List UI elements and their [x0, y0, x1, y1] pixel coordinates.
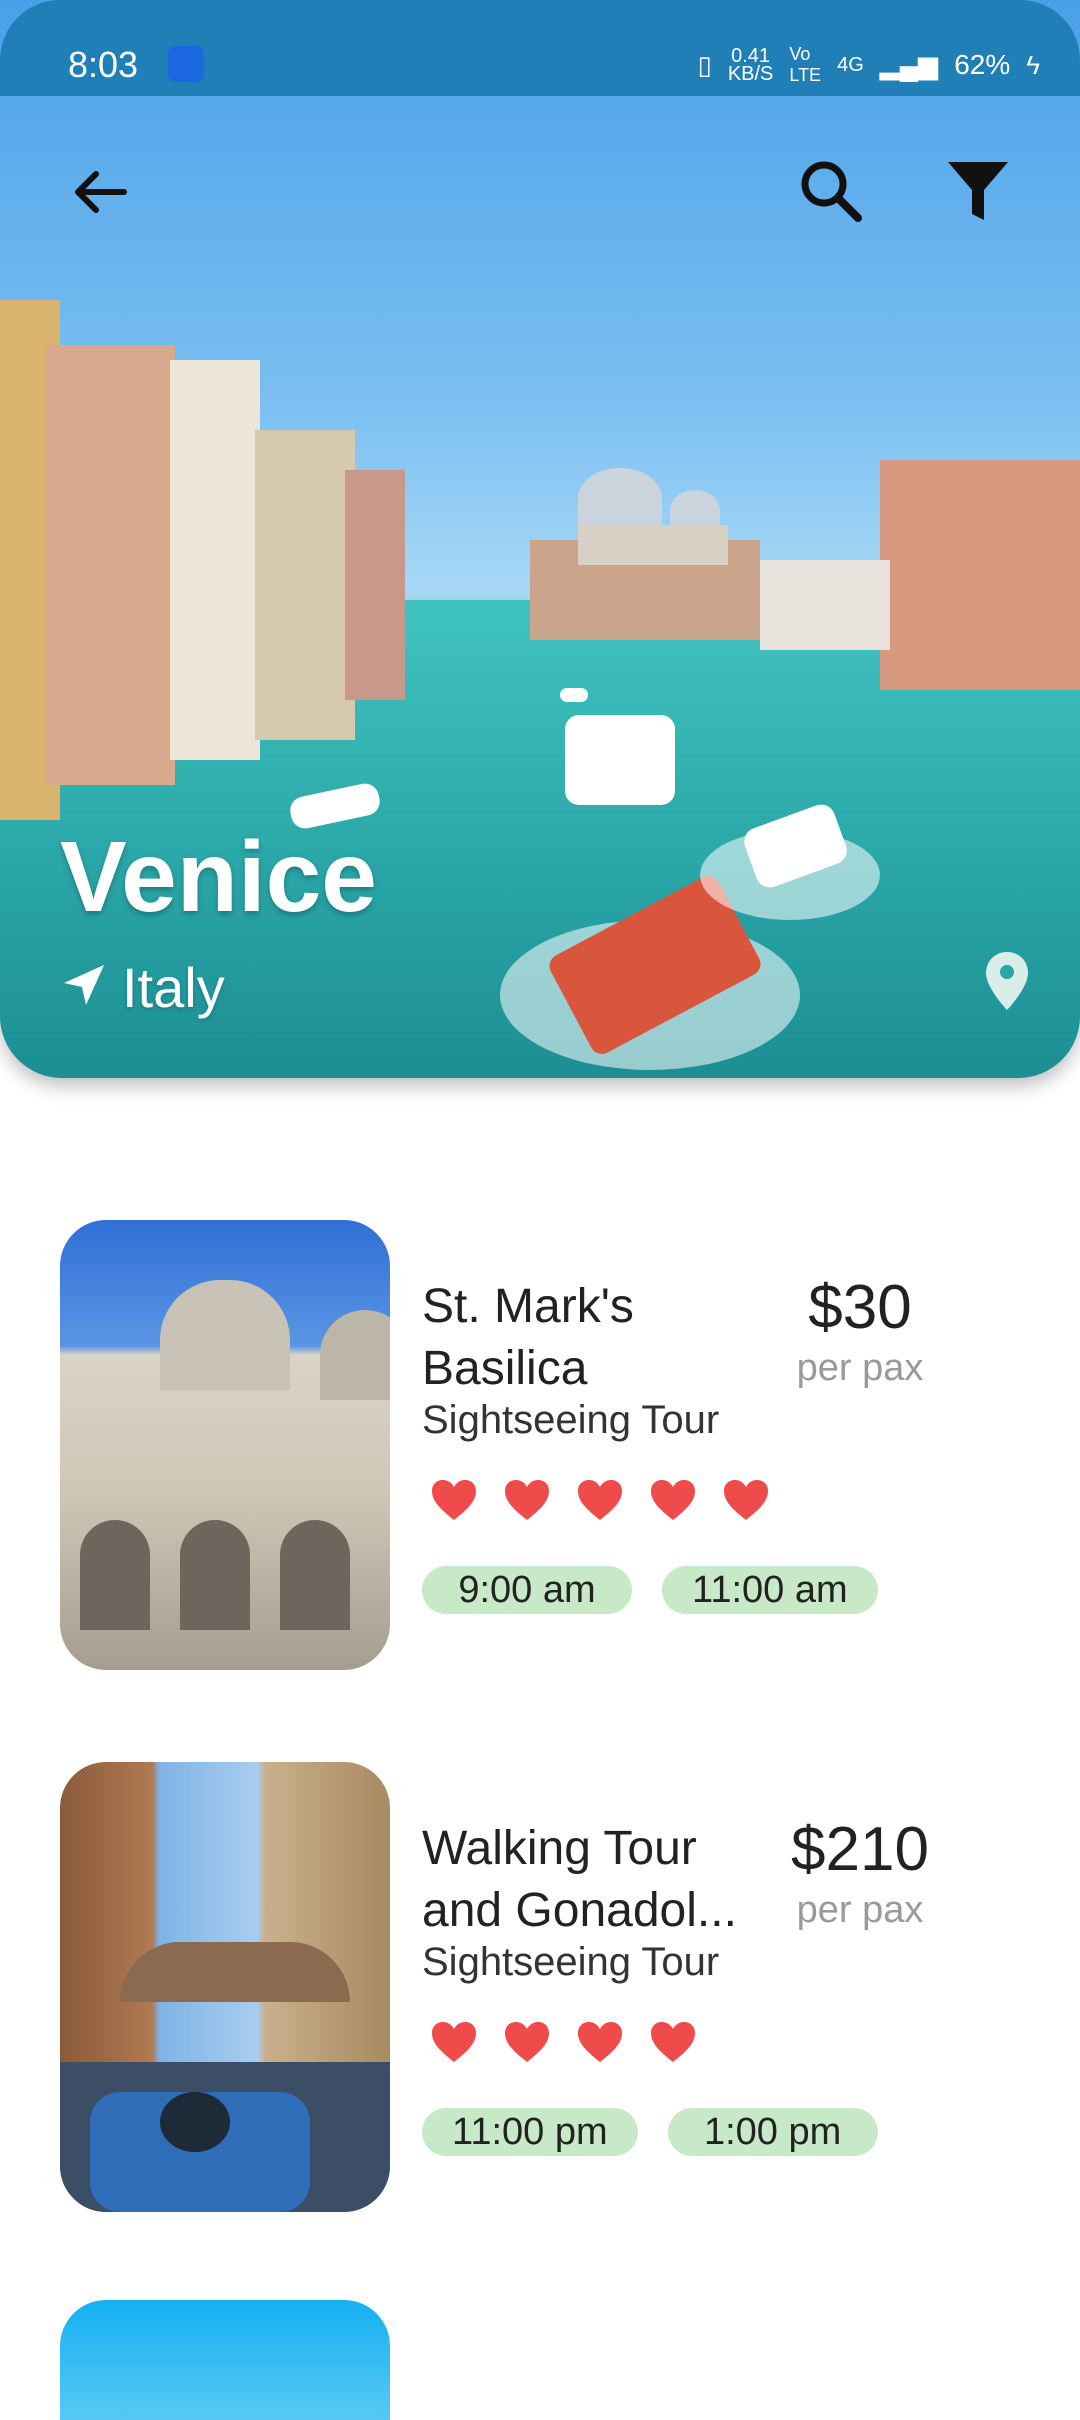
heart-icon: [651, 1480, 695, 1520]
time-slots: 11:00 pm 1:00 pm: [422, 2108, 878, 2156]
church-dome: [578, 468, 662, 528]
heart-icon: [578, 2022, 622, 2062]
charging-icon: ϟ: [1026, 49, 1040, 80]
net-speed: 0.41 KB/S: [727, 46, 774, 85]
price-value: $30: [808, 1273, 912, 1342]
country-name: Italy: [122, 956, 225, 1019]
destination-country: Italy: [60, 955, 225, 1020]
heart-icon: [651, 2022, 695, 2062]
building: [760, 560, 890, 650]
vibrate-icon: ▯: [697, 49, 712, 80]
church: [578, 525, 728, 565]
signal-icon: ▂▄▆: [879, 49, 939, 80]
boat: [560, 688, 588, 702]
time-chip[interactable]: 1:00 pm: [667, 2108, 878, 2156]
building: [880, 460, 1080, 690]
vaporetto: [565, 715, 675, 805]
navigation-arrow-icon: [60, 961, 108, 1014]
church-dome: [670, 490, 720, 530]
hero-image-venice: 8:03 ▯ 0.41 KB/S Vo LTE 4G ▂▄▆ 62% ϟ Ven…: [0, 0, 1080, 1078]
tour-thumbnail-basilica: [60, 1220, 390, 1670]
arrow-left-icon[interactable]: [68, 160, 132, 229]
time-chip[interactable]: 9:00 am: [422, 1566, 632, 1614]
building: [255, 430, 355, 740]
heart-icon: [505, 1480, 549, 1520]
tour-card[interactable]: St. Mark's Basilica Sightseeing Tour $30…: [60, 1220, 1020, 1670]
rating-hearts: [430, 2018, 697, 2066]
heart-icon: [432, 1480, 476, 1520]
heart-icon: [505, 2022, 549, 2062]
tour-type: Sightseeing Tour: [422, 1940, 720, 1984]
net-speed-unit: KB/S: [727, 63, 774, 85]
tour-thumbnail-gondola: [60, 1762, 390, 2212]
heart-icon: [724, 1480, 768, 1520]
tour-price: $210 per pax: [760, 1814, 960, 1932]
battery-level: 62%: [954, 49, 1011, 80]
usb-icon: [168, 46, 204, 82]
filter-icon[interactable]: [944, 158, 1012, 229]
price-unit: per pax: [796, 1889, 924, 1931]
rating-hearts: [430, 1476, 770, 1524]
time-chip[interactable]: 11:00 pm: [422, 2108, 638, 2156]
network-type: 4G: [837, 53, 864, 76]
price-value: $210: [791, 1815, 929, 1884]
volte-icon: Vo LTE: [789, 44, 822, 85]
status-indicators: ▯ 0.41 KB/S Vo LTE 4G ▂▄▆ 62% ϟ: [698, 44, 1041, 86]
tour-type: Sightseeing Tour: [422, 1398, 720, 1442]
status-bar: 8:03 ▯ 0.41 KB/S Vo LTE 4G ▂▄▆ 62% ϟ: [0, 0, 1080, 96]
price-unit: per pax: [796, 1347, 924, 1389]
building: [170, 360, 260, 760]
time-chip[interactable]: 11:00 am: [662, 1566, 878, 1614]
tour-card[interactable]: Walking Tour and Gonadol... Sightseeing …: [60, 1762, 1020, 2212]
tour-price: $30 per pax: [760, 1272, 960, 1390]
heart-icon: [432, 2022, 476, 2062]
map-pin-icon[interactable]: [984, 950, 1030, 1017]
building: [345, 470, 405, 700]
search-icon[interactable]: [796, 156, 866, 231]
destination-title: Venice: [60, 821, 377, 933]
heart-icon: [578, 1480, 622, 1520]
time-slots: 9:00 am 11:00 am: [422, 1566, 878, 1614]
status-time: 8:03: [68, 44, 139, 85]
building: [45, 345, 175, 785]
tour-thumbnail-partial[interactable]: [60, 2300, 390, 2420]
